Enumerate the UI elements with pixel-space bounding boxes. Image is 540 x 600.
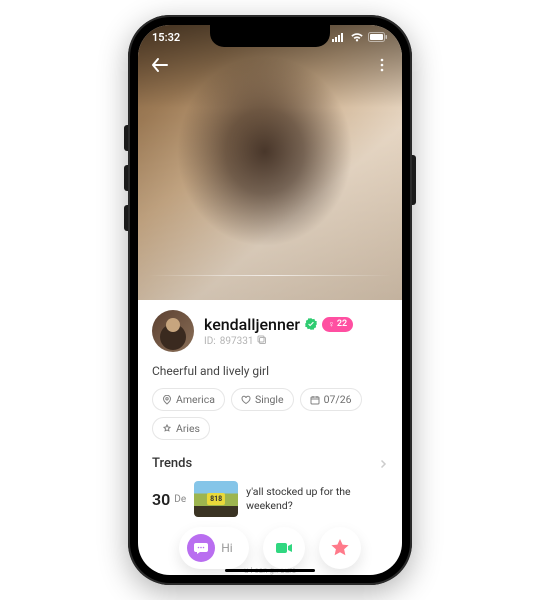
verified-icon [305, 315, 317, 334]
chevron-right-icon [378, 454, 388, 473]
screen: 15:32 [138, 25, 402, 575]
back-icon[interactable] [150, 55, 170, 79]
phone-frame: 15:32 [128, 15, 412, 585]
wifi-icon [350, 32, 364, 42]
hi-label: Hi [221, 541, 232, 555]
trend-day: 30 [152, 490, 170, 509]
age-badge: ♀ 22 [322, 317, 353, 332]
chip-zodiac[interactable]: Aries [152, 417, 210, 440]
signal-icon [332, 32, 346, 42]
hi-button[interactable]: Hi [179, 527, 248, 569]
heart-icon [241, 395, 251, 405]
chip-birthday[interactable]: 07/26 [300, 388, 362, 411]
trend-caption: y'all stocked up for the weekend? [246, 485, 388, 512]
trend-thumbnail [194, 481, 238, 517]
gender-icon: ♀ [328, 319, 335, 330]
chat-icon [187, 534, 215, 562]
status-time: 15:32 [152, 31, 180, 44]
avatar[interactable] [152, 310, 194, 352]
username: kendalljenner [204, 315, 300, 334]
notch [210, 25, 330, 47]
hero-image[interactable] [138, 25, 402, 300]
section-title: Trends [152, 456, 192, 471]
location-icon [162, 395, 172, 405]
bottom-bar: Hi [138, 527, 402, 569]
chip-status[interactable]: Single [231, 388, 294, 411]
home-indicator[interactable] [225, 569, 315, 572]
zodiac-icon [162, 424, 172, 434]
user-id: ID: 897331 [204, 335, 353, 348]
video-icon [273, 537, 295, 559]
bio-text: Cheerful and lively girl [152, 364, 388, 378]
trends-header[interactable]: Trends [152, 454, 388, 473]
trend-item[interactable]: 30 De y'all stocked up for the weekend? [152, 481, 388, 517]
star-button[interactable] [319, 527, 361, 569]
star-icon [329, 537, 351, 559]
trend-month: De [174, 494, 186, 505]
copy-icon[interactable] [257, 335, 267, 348]
calendar-icon [310, 395, 320, 405]
chips: America Single 07/26 Aries [152, 388, 388, 440]
video-button[interactable] [263, 527, 305, 569]
more-icon[interactable] [374, 57, 390, 77]
battery-icon [368, 32, 388, 42]
chip-location[interactable]: America [152, 388, 225, 411]
profile-content: kendalljenner ♀ 22 ID: 897331 [138, 300, 402, 517]
